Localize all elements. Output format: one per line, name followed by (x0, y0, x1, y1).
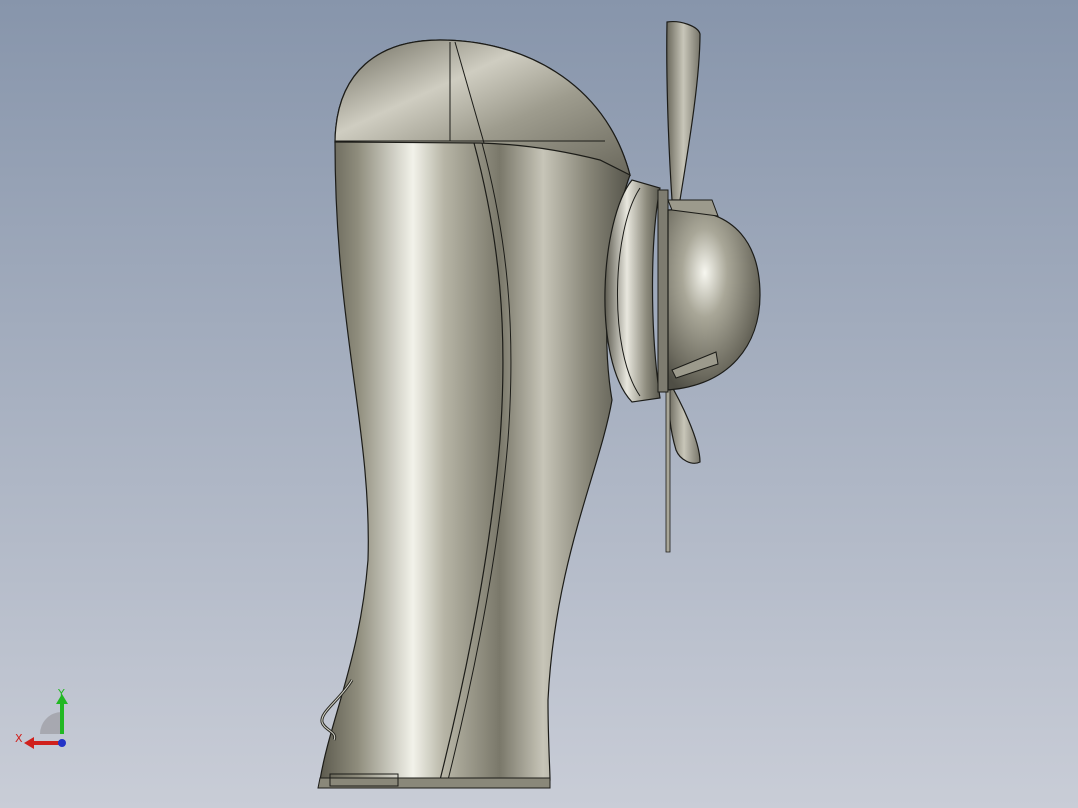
hub-plate (657, 189, 669, 393)
triad-y-label: Y (58, 687, 65, 700)
triad-z-axis (58, 739, 66, 747)
triad-x-label: X (15, 732, 23, 745)
view-orientation-triad: X Y (10, 686, 74, 750)
triad-x-arrow (24, 737, 34, 749)
triad-z-arc (40, 712, 62, 734)
fan-blade-edge (665, 389, 671, 553)
graphics-viewport[interactable]: X Y (0, 0, 1078, 808)
model-scene[interactable] (0, 0, 1078, 808)
